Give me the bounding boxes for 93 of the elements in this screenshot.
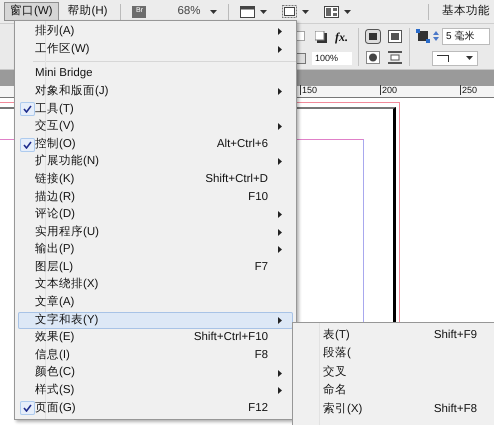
wrap-box-icon[interactable] <box>387 28 403 44</box>
menu-item[interactable]: 颜色(C) <box>18 364 293 382</box>
dropdown-caret-icon <box>344 10 351 14</box>
shortcut-label: F12 <box>248 400 268 416</box>
menu-item-label: 输出(P) <box>35 242 74 258</box>
menu-item[interactable]: 表(T) Shift+F9 <box>293 326 494 344</box>
dropdown-caret-icon <box>466 56 473 60</box>
shortcut-label: F7 <box>254 260 268 275</box>
menu-item-label: 信息(I) <box>35 348 70 363</box>
menu-item[interactable]: 文本绕排(X) <box>18 276 293 294</box>
menu-item-label: 页面(G) <box>35 400 76 416</box>
workspace-label[interactable]: 基本功能 <box>442 2 490 20</box>
menu-item[interactable]: 交互(V) <box>18 118 293 136</box>
menu-item[interactable]: 排列(A) <box>18 23 293 41</box>
drop-shadow-icon[interactable] <box>315 30 327 43</box>
menu-item-label: 排列(A) <box>35 24 74 40</box>
menu-item[interactable]: 图层(L) F7 <box>18 258 293 276</box>
menu-item-label: 工具(T) <box>35 102 74 117</box>
layout-icon[interactable] <box>324 6 339 18</box>
menu-item-label: 交叉 <box>323 364 347 380</box>
menu-item[interactable]: 命名 <box>293 382 494 400</box>
menu-bar-item[interactable]: 窗口(W) <box>4 2 59 21</box>
ruler-label: 150 <box>300 85 318 95</box>
menu-item[interactable]: 信息(I) F8 <box>18 346 293 364</box>
menu-item[interactable]: 工作区(W) <box>18 40 293 58</box>
shortcut-label: F10 <box>248 190 268 205</box>
menu-item[interactable]: 效果(E) Shift+Ctrl+F10 <box>18 329 293 347</box>
menu-item-label: 交互(V) <box>35 118 74 134</box>
menu-item-label: 索引(X) <box>323 402 362 417</box>
menu-item[interactable]: 控制(O) Alt+Ctrl+6 <box>18 136 293 154</box>
checkmark-icon <box>23 404 32 412</box>
menu-item-label: 图层(L) <box>35 260 74 275</box>
frame-corner-icon[interactable] <box>416 29 430 43</box>
menu-item[interactable]: 页面(G) F12 <box>18 399 293 418</box>
menu-item[interactable]: 段落( <box>293 344 494 363</box>
stepper-icon[interactable] <box>432 29 440 43</box>
corner-shape-icon <box>437 54 449 62</box>
menu-item-label: 样式(S) <box>35 382 74 398</box>
menu-bar-item[interactable]: 帮助(H) <box>62 2 114 21</box>
menu-item-label: 文字和表(Y) <box>35 312 98 328</box>
menu-item[interactable]: 对象和版面(J) <box>18 82 293 100</box>
zoom-level[interactable]: 68% <box>177 2 201 20</box>
menu-item[interactable]: 评论(D) <box>18 206 293 224</box>
menu-item[interactable]: 样式(S) <box>18 382 293 400</box>
corner-style-dropdown[interactable] <box>432 50 478 66</box>
shortcut-label: F8 <box>254 348 268 363</box>
menu-item[interactable]: 实用程序(U) <box>18 224 293 242</box>
menu-item-label: 链接(K) <box>35 172 74 187</box>
shortcut-label: Shift+Ctrl+F10 <box>194 330 268 346</box>
frame-view-icon[interactable] <box>282 5 297 18</box>
menu-item-label: 实用程序(U) <box>35 224 99 240</box>
menu-item[interactable]: 链接(K) Shift+Ctrl+D <box>18 170 293 188</box>
menu-item[interactable]: 工具(T) <box>18 100 293 118</box>
menu-item[interactable]: 索引(X) Shift+F8 <box>293 400 494 418</box>
menu-item-label: 评论(D) <box>35 206 75 222</box>
shortcut-label: Shift+F9 <box>434 328 477 343</box>
wrap-none-icon[interactable] <box>365 28 381 44</box>
effects-fx-icon[interactable]: fx. <box>335 28 348 46</box>
menu-item[interactable]: 描边(R) F10 <box>18 188 293 206</box>
shortcut-label: Shift+F8 <box>434 402 477 417</box>
wrap-jump-icon[interactable] <box>387 50 403 64</box>
checkmark-icon <box>23 140 32 149</box>
menu-item-label: 扩展功能(N) <box>35 153 99 170</box>
menu-item-label: 颜色(C) <box>35 364 75 380</box>
dropdown-caret-icon <box>260 10 267 14</box>
ruler-label: 200 <box>380 85 398 95</box>
menu-item[interactable]: 交叉 <box>293 363 494 382</box>
opacity-field[interactable]: 100% <box>312 52 352 66</box>
menu-item-label: 文本绕排(X) <box>35 276 98 292</box>
menu-item[interactable]: 文字和表(Y) <box>18 312 293 330</box>
dropdown-caret-icon <box>210 10 217 14</box>
menu-item-label: 文章(A) <box>35 294 74 310</box>
ruler-label: 250 <box>460 85 478 95</box>
menu-item[interactable]: 文章(A) <box>18 294 293 312</box>
shortcut-label: Alt+Ctrl+6 <box>216 136 268 152</box>
menu-item[interactable]: 输出(P) <box>18 241 293 259</box>
menu-item-label: Mini Bridge <box>35 66 93 82</box>
menu-item-label: 段落( <box>323 346 351 362</box>
wrap-shape-icon[interactable] <box>365 50 381 64</box>
menu-item[interactable]: Mini Bridge <box>18 65 293 83</box>
menu-item-label: 工作区(W) <box>35 42 90 57</box>
menu-item-label: 命名 <box>323 382 347 398</box>
menu-item-label: 对象和版面(J) <box>35 84 108 99</box>
menu-item[interactable]: 扩展功能(N) <box>18 153 293 171</box>
shortcut-label: Shift+Ctrl+D <box>205 172 268 187</box>
menu-item-label: 效果(E) <box>35 330 74 346</box>
menu-item-label: 描边(R) <box>35 190 75 205</box>
screen-mode-icon[interactable] <box>240 6 255 18</box>
dropdown-caret-icon <box>302 10 309 14</box>
menu-item-label: 表(T) <box>323 328 350 343</box>
checkmark-icon <box>23 105 32 114</box>
stroke-weight-field[interactable]: 5 毫米 <box>442 28 490 44</box>
menu-item-label: 控制(O) <box>35 136 76 152</box>
